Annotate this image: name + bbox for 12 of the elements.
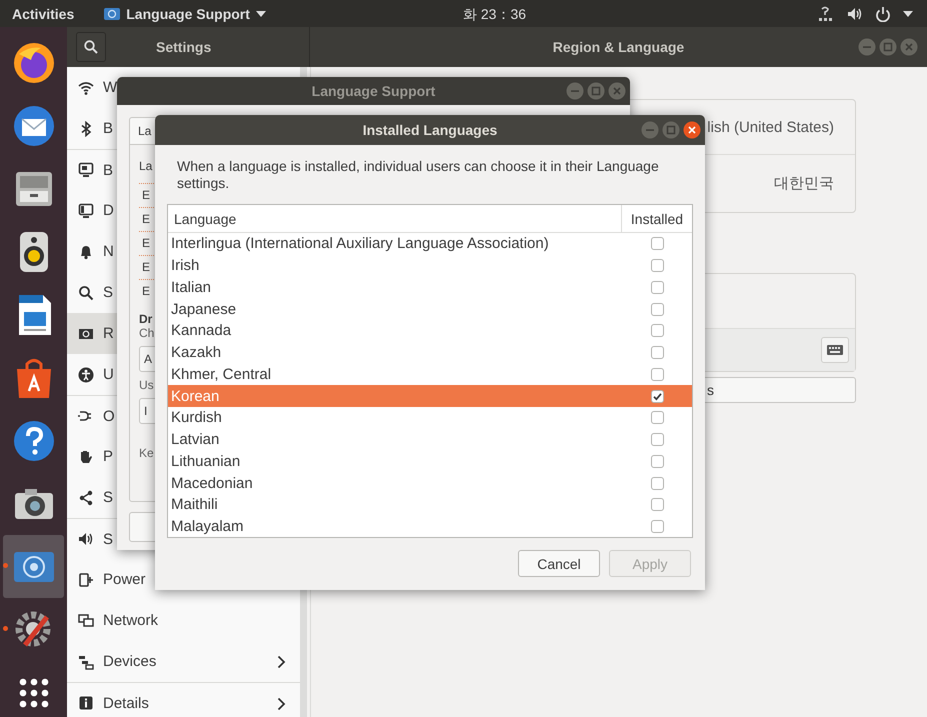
- window-title: Region & Language: [552, 39, 684, 55]
- label: Ke: [139, 446, 154, 460]
- sidebar-title: Settings: [156, 39, 212, 55]
- formats-value: 대한민국: [774, 174, 834, 193]
- title-bar: Language Support: [117, 77, 630, 105]
- title-bar: Installed Languages: [155, 115, 705, 145]
- message-text: When a language is installed, individual users can choose it in their Language settings.: [176, 157, 660, 193]
- hint-text: Ch: [139, 326, 154, 340]
- label: Us: [139, 378, 154, 392]
- language-value: lish (United States): [707, 118, 834, 136]
- section-title: Dr: [139, 312, 152, 326]
- section-label: La: [139, 159, 152, 175]
